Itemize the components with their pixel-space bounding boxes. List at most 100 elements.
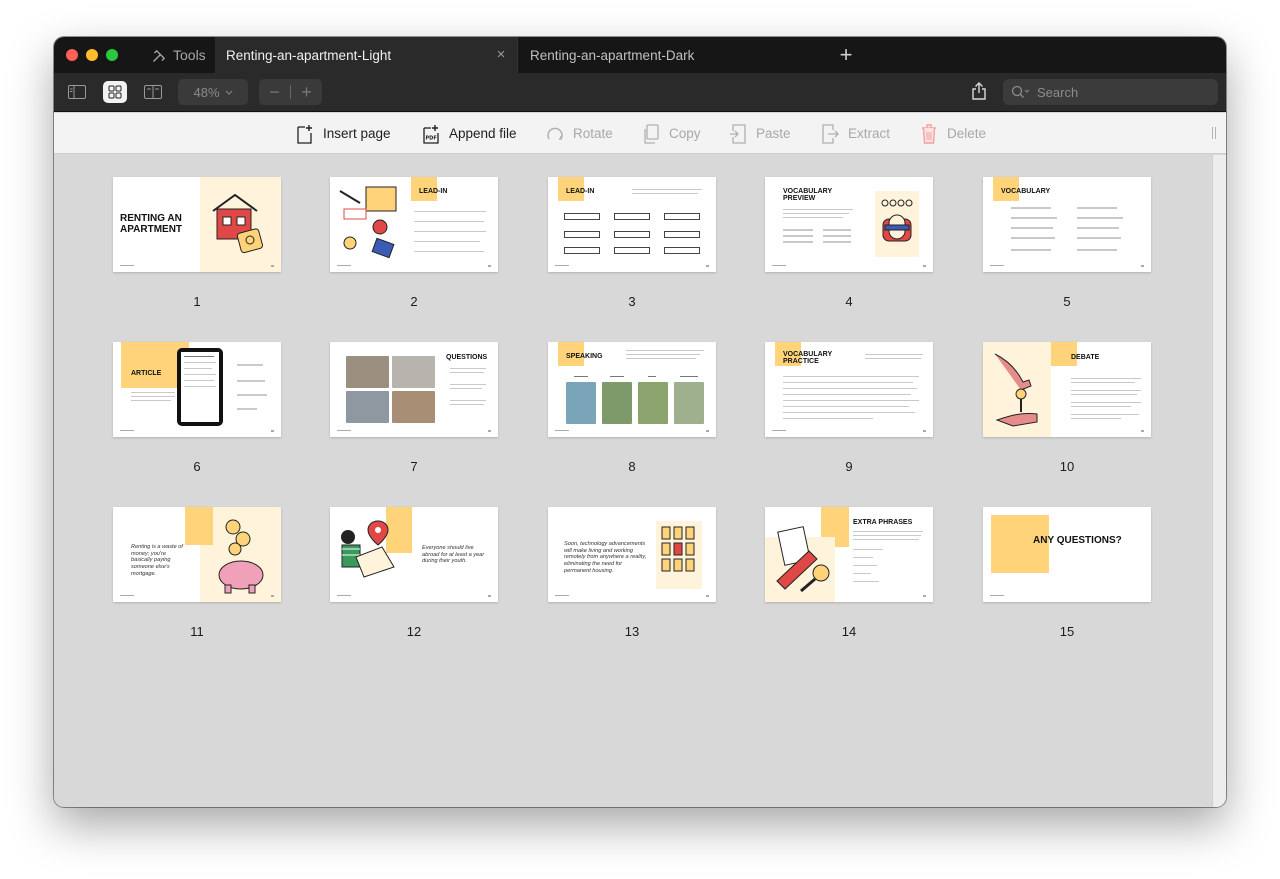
paste-button[interactable]: Paste: [729, 113, 791, 154]
piggy-bank-illustration: [218, 519, 264, 594]
slide-title: ANY QUESTIONS?: [1033, 535, 1122, 546]
page-thumbnail[interactable]: QUESTIONS 7: [330, 342, 498, 474]
page-number: 7: [410, 459, 418, 474]
tools-tab[interactable]: Tools: [152, 37, 206, 73]
page-preview: ARTICLE: [113, 342, 281, 437]
zoom-select[interactable]: 48%: [178, 79, 248, 105]
append-file-label: Append file: [449, 126, 517, 141]
page-thumbnail[interactable]: Everyone should live abroad for at least…: [330, 507, 498, 639]
page-thumbnail[interactable]: Soon, technology advancements will make …: [548, 507, 716, 639]
tab-renting-dark[interactable]: Renting-an-apartment-Dark: [517, 37, 817, 73]
page-thumbnail[interactable]: EXTRA PHRASES 14: [765, 507, 933, 639]
page-thumbnail[interactable]: VOCABULARY 5: [983, 177, 1151, 309]
slide-title: ARTICLE: [131, 370, 162, 377]
page-thumbnail[interactable]: RENTING AN APARTMENT 1: [113, 177, 281, 309]
tab-renting-light[interactable]: Renting-an-apartment-Light ×: [215, 37, 517, 73]
extract-icon: [822, 123, 839, 144]
append-file-button[interactable]: PDF Append file: [422, 113, 517, 154]
grid-icon: [108, 85, 122, 99]
pdf-file-icon: PDF: [423, 124, 439, 144]
page-number: 1: [193, 294, 201, 309]
copy-label: Copy: [669, 126, 701, 141]
page-grid: RENTING AN APARTMENT 1 LEAD-IN 2 LEAD-IN…: [54, 155, 1226, 807]
page-number: 15: [1059, 624, 1075, 639]
page-thumbnail[interactable]: SPEAKING 8: [548, 342, 716, 474]
slide-quote: Soon, technology advancements will make …: [564, 541, 647, 574]
hands-key-illustration: [994, 353, 1038, 427]
page-preview: LEAD-IN: [548, 177, 716, 272]
sidebar-icon: [68, 85, 86, 99]
close-window-button[interactable]: [66, 49, 78, 61]
copy-icon: [644, 123, 659, 144]
app-window: Tools Renting-an-apartment-Light × Renti…: [54, 37, 1226, 807]
rotate-icon: [547, 127, 563, 140]
share-button[interactable]: [971, 81, 987, 101]
page-number: 6: [193, 459, 201, 474]
grid-view-button[interactable]: [103, 81, 127, 103]
faces-illustration: [881, 199, 913, 242]
minimize-window-button[interactable]: [86, 49, 98, 61]
slide-title: RENTING AN APARTMENT: [120, 213, 183, 235]
page-thumbnail[interactable]: VOCABULARY PRACTICE 9: [765, 342, 933, 474]
page-preview: EXTRA PHRASES: [765, 507, 933, 602]
page-thumbnail[interactable]: Renting is a waste of money; you're basi…: [113, 507, 281, 639]
page-preview: Everyone should live abroad for at least…: [330, 507, 498, 602]
page-preview: ANY QUESTIONS?: [983, 507, 1151, 602]
close-icon[interactable]: ×: [494, 47, 508, 62]
pen-key-illustration: [776, 526, 830, 593]
chevron-down-icon: [225, 90, 232, 95]
insert-page-button[interactable]: Insert page: [296, 113, 391, 154]
doors-illustration: [661, 526, 695, 572]
tools-icon: [153, 49, 165, 62]
rotate-label: Rotate: [573, 126, 613, 141]
zoom-in-button[interactable]: +: [291, 82, 322, 103]
extract-label: Extract: [848, 126, 891, 141]
slide-quote: Renting is a waste of money; you're basi…: [131, 544, 183, 577]
search-field[interactable]: [1003, 79, 1218, 105]
page-number: 4: [845, 294, 853, 309]
page-preview: Soon, technology advancements will make …: [548, 507, 716, 602]
page-thumbnail[interactable]: VOCABULARY PREVIEW 4: [765, 177, 933, 309]
rotate-button[interactable]: Rotate: [546, 113, 613, 154]
zoom-out-button[interactable]: −: [259, 82, 290, 103]
insert-page-icon: [297, 124, 312, 144]
scrollbar[interactable]: [1212, 155, 1226, 807]
page-number: 9: [845, 459, 853, 474]
page-thumbnail[interactable]: ANY QUESTIONS? 15: [983, 507, 1151, 639]
page-number: 3: [628, 294, 636, 309]
trash-icon: [922, 123, 936, 144]
page-thumbnail[interactable]: DEBATE 10: [983, 342, 1151, 474]
page-preview: VOCABULARY PRACTICE: [765, 342, 933, 437]
page-thumbnail[interactable]: LEAD-IN 2: [330, 177, 498, 309]
page-preview: SPEAKING: [548, 342, 716, 437]
zoom-window-button[interactable]: [106, 49, 118, 61]
slide-title: VOCABULARY PREVIEW: [783, 188, 833, 203]
zoom-stepper: − +: [259, 79, 322, 105]
new-tab-button[interactable]: +: [836, 44, 856, 66]
page-actions-toolbar: Insert page PDF Append file Rotate Copy …: [54, 113, 1226, 154]
delete-button[interactable]: Delete: [920, 113, 986, 154]
page-thumbnail[interactable]: ARTICLE 6: [113, 342, 281, 474]
page-thumbnail[interactable]: LEAD-IN 3: [548, 177, 716, 309]
reader-view-button[interactable]: [141, 81, 165, 103]
view-toolbar: 48% − +: [54, 73, 1226, 112]
toolbar-grip-handle[interactable]: [1212, 127, 1216, 139]
page-number: 11: [190, 624, 204, 639]
tab-label: Renting-an-apartment-Light: [226, 47, 392, 63]
slide-title: LEAD-IN: [419, 188, 448, 195]
page-preview: QUESTIONS: [330, 342, 498, 437]
paste-label: Paste: [756, 126, 791, 141]
page-number: 8: [628, 459, 636, 474]
sidebar-toggle-button[interactable]: [65, 81, 89, 103]
tab-label: Renting-an-apartment-Dark: [530, 47, 695, 63]
page-preview: RENTING AN APARTMENT: [113, 177, 281, 272]
extract-button[interactable]: Extract: [821, 113, 890, 154]
page-preview: VOCABULARY: [983, 177, 1151, 272]
search-input[interactable]: [1037, 84, 1217, 100]
insert-page-label: Insert page: [323, 126, 391, 141]
zoom-value: 48%: [193, 84, 220, 100]
page-number: 12: [406, 624, 422, 639]
copy-button[interactable]: Copy: [642, 113, 701, 154]
traveler-illustration: [341, 520, 395, 578]
slide-title: QUESTIONS: [446, 354, 488, 361]
